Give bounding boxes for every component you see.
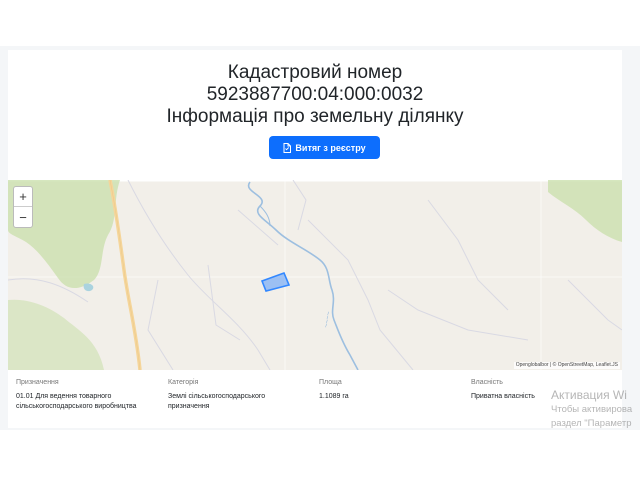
parcel-card: Кадастровий номер 5923887700:04:000:0032… (8, 50, 622, 428)
area-field: Площа 1.1089 га (319, 378, 459, 402)
parcel-map[interactable]: ~~~~ + − Openglobalbor | © OpenStreetMap… (8, 180, 622, 370)
registry-extract-label: Витяг з реєстру (295, 142, 366, 153)
purpose-label: Призначення (16, 379, 59, 386)
category-field: Категорія Землі сільськогосподарського п… (168, 378, 308, 412)
windows-activation-watermark: Активация Wi Чтобы активирова раздел "Па… (551, 388, 640, 436)
cadastral-number: 5923887700:04:000:0032 (206, 84, 424, 105)
area-value: 1.1089 га (319, 393, 349, 400)
activation-line-1: Чтобы активирова (551, 404, 633, 415)
svg-text:~~~~: ~~~~ (323, 311, 333, 328)
zoom-in-button[interactable]: + (14, 187, 32, 207)
category-label: Категорія (168, 379, 199, 386)
document-icon (283, 142, 292, 153)
purpose-field: Призначення 01.01 Для ведення товарного … (16, 378, 156, 412)
map-tiles: ~~~~ (8, 180, 622, 370)
activation-title: Активация Wi (551, 388, 627, 402)
zoom-control: + − (13, 186, 33, 228)
pond (83, 283, 94, 292)
page-title: Кадастровий номер (227, 62, 403, 83)
forest-area (8, 299, 104, 370)
zoom-out-button[interactable]: − (14, 207, 32, 227)
ownership-label: Власність (471, 379, 503, 386)
activation-line-2: раздел "Параметр (551, 418, 632, 429)
category-value: Землі сільськогосподарського призначення (168, 393, 266, 410)
area-label: Площа (319, 379, 342, 386)
map-attribution[interactable]: Openglobalbor | © OpenStreetMap, Leaflet… (513, 362, 620, 369)
road (108, 180, 142, 370)
page-subtitle: Інформація про земельну ділянку (166, 106, 464, 127)
parcel-info: Призначення 01.01 Для ведення товарного … (8, 372, 622, 428)
forest-area (548, 180, 622, 242)
purpose-value: 01.01 Для ведення товарного сільськогосп… (16, 393, 137, 410)
registry-extract-button[interactable]: Витяг з реєстру (269, 136, 380, 159)
